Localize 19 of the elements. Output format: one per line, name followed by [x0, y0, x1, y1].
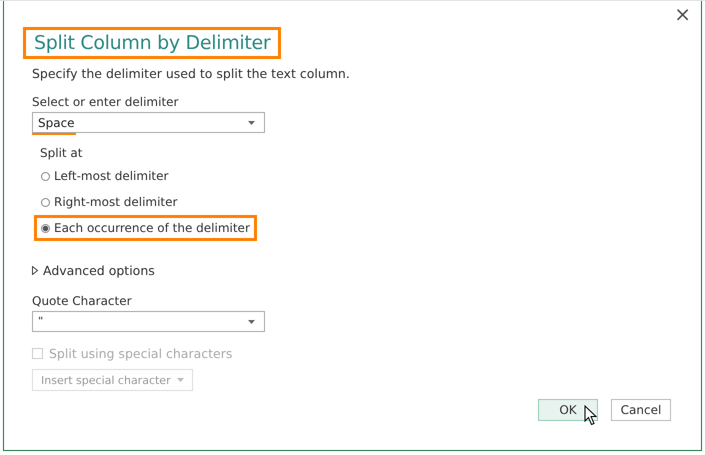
caret-icon — [176, 378, 184, 382]
dialog-button[interactable]: OK — [538, 399, 598, 421]
caret-icon — [248, 120, 255, 124]
group-label: Split at — [40, 146, 84, 160]
delimiter-dropdown[interactable]: Space — [32, 112, 265, 133]
radio-option[interactable]: Left-most delimiter — [34, 163, 176, 189]
cursor-icon — [584, 405, 598, 426]
dialog-button[interactable]: Cancel — [611, 399, 671, 421]
description-text: Specify the delimiter used to split the text column. — [32, 66, 351, 81]
quote-dropdown[interactable]: " — [32, 311, 265, 332]
radio-option[interactable]: Each occurrence of the delimiter — [34, 215, 257, 241]
field-label: Select or enter delimiter — [32, 95, 180, 109]
caret-icon — [248, 320, 255, 324]
field-label: Quote Character — [32, 294, 133, 308]
expand-arrow-icon — [32, 266, 38, 275]
advanced-options-toggle[interactable]: Advanced options — [32, 263, 701, 278]
dialog-title: Split Column by Delimiter — [23, 27, 282, 59]
radio-option[interactable]: Right-most delimiter — [34, 189, 184, 215]
close-button[interactable]: × — [664, 1, 701, 27]
